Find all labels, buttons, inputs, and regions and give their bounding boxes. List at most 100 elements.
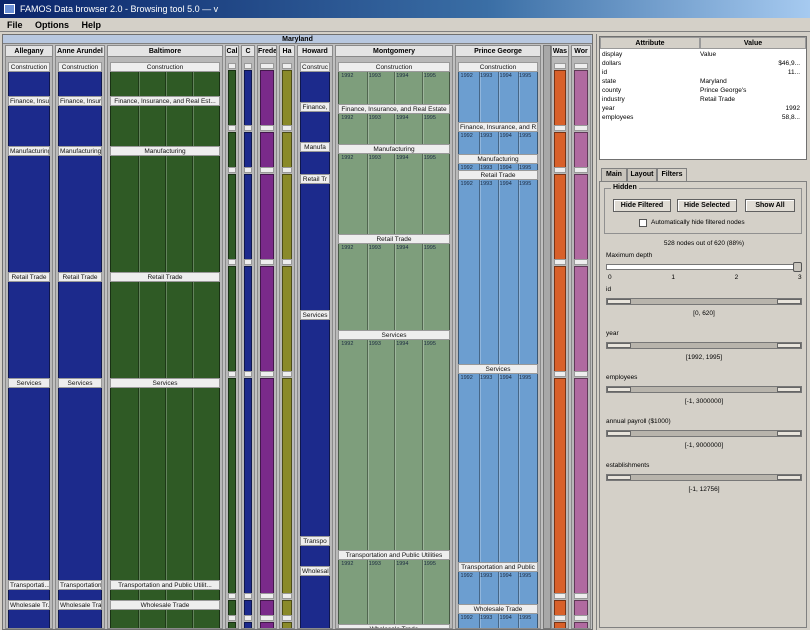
year-cell-label[interactable]: 1995 [424, 155, 436, 161]
attribute-row[interactable]: county Prince George's [600, 87, 806, 95]
industry-block[interactable] [554, 266, 566, 374]
industry-label[interactable]: Construction [338, 62, 450, 72]
industry-block[interactable] [228, 132, 236, 170]
industry-block[interactable] [260, 622, 274, 628]
year-cell-label[interactable]: 1995 [519, 615, 531, 621]
county-label[interactable]: Howard [298, 46, 332, 57]
range-slider[interactable] [606, 430, 802, 437]
industry-label[interactable]: Construc [300, 62, 330, 72]
industry-label[interactable]: Construction [110, 62, 220, 72]
county-label[interactable]: Frede [258, 46, 276, 57]
treemap-view[interactable]: Maryland Allegany Construction Finance, In… [2, 34, 593, 630]
year-cell-label[interactable]: 1993 [480, 375, 492, 381]
range-slider-high-handle[interactable] [777, 299, 801, 304]
industry-label[interactable]: Retail Trade [110, 272, 220, 282]
industry-block[interactable] [554, 174, 566, 262]
industry-label[interactable]: Services [8, 378, 50, 388]
range-slider[interactable] [606, 474, 802, 481]
year-cell-label[interactable]: 1995 [424, 245, 436, 251]
range-slider-high-handle[interactable] [777, 387, 801, 392]
year-cell-label[interactable]: 1995 [519, 73, 531, 79]
industry-label[interactable]: Wholesale Trade [110, 600, 220, 610]
industry-label[interactable]: Wholesale Tr... [8, 600, 50, 610]
year-cell-label[interactable]: 1994 [500, 181, 512, 187]
industry-label[interactable]: Finance, Insurance, and Real Est... [110, 96, 220, 106]
year-cell-label[interactable]: 1994 [396, 341, 408, 347]
year-cell-label[interactable]: 1994 [396, 155, 408, 161]
industry-label[interactable]: Transportation [58, 580, 102, 590]
auto-hide-checkbox[interactable] [639, 219, 647, 227]
county-column[interactable]: Howard Construc Finance, Manufa Retail Tr Ser… [297, 45, 333, 629]
industry-label[interactable]: Retail Trade [458, 170, 538, 180]
county-label[interactable]: Was [552, 46, 568, 57]
industry-block[interactable] [282, 174, 292, 262]
year-cell-label[interactable]: 1995 [424, 561, 436, 567]
industry-block[interactable]: 1992 1993 1994 1995 [458, 70, 538, 127]
industry-label[interactable]: Wholesale Trade [458, 604, 538, 614]
range-slider-low-handle[interactable] [607, 387, 631, 392]
industry-label[interactable]: Construction [8, 62, 50, 72]
year-cell-label[interactable]: 1993 [369, 115, 381, 121]
year-cell-label[interactable]: 1992 [341, 73, 353, 79]
industry-block[interactable] [300, 318, 330, 541]
industry-block[interactable] [574, 174, 588, 262]
county-column[interactable]: Montgomery 1992 1993 1994 1995 Construction 19… [335, 45, 453, 629]
industry-block[interactable] [260, 70, 274, 128]
industry-block[interactable] [244, 174, 252, 262]
county-label[interactable]: Anne Arundel [56, 46, 104, 57]
root-node-label[interactable]: Maryland [3, 35, 592, 44]
county-column[interactable]: Wor [571, 45, 591, 629]
attribute-row[interactable]: id 11... [600, 69, 806, 77]
range-slider-low-handle[interactable] [607, 475, 631, 480]
industry-label[interactable]: Services [110, 378, 220, 388]
industry-block[interactable]: 1992 1993 1994 1995 [338, 338, 450, 555]
year-cell-label[interactable]: 1992 [341, 155, 353, 161]
industry-block[interactable] [58, 104, 102, 151]
range-slider[interactable] [606, 298, 802, 305]
industry-block[interactable] [110, 104, 220, 151]
industry-label[interactable]: Retail Trade [8, 272, 50, 282]
industry-block[interactable] [58, 608, 102, 628]
year-cell-label[interactable]: 1994 [500, 133, 512, 139]
industry-block[interactable] [282, 622, 292, 628]
year-cell-label[interactable]: 1992 [461, 615, 473, 621]
county-column[interactable]: Cal [225, 45, 239, 629]
year-cell-label[interactable]: 1995 [519, 573, 531, 579]
industry-block[interactable] [110, 280, 220, 383]
industry-label[interactable]: Wholesal [300, 566, 330, 576]
industry-label[interactable]: Finance, Insurance, and R... [458, 122, 538, 132]
industry-block[interactable] [8, 154, 50, 277]
industry-block[interactable] [228, 622, 236, 628]
county-label[interactable]: C [242, 46, 254, 57]
menu-help[interactable]: Help [82, 20, 102, 30]
year-cell-label[interactable]: 1995 [424, 73, 436, 79]
hide-filtered-button[interactable]: Hide Filtered [613, 199, 671, 212]
industry-block[interactable] [260, 378, 274, 596]
industry-block[interactable] [8, 386, 50, 585]
year-cell-label[interactable]: 1992 [341, 341, 353, 347]
menu-options[interactable]: Options [35, 20, 69, 30]
industry-block[interactable] [244, 70, 252, 128]
industry-label[interactable]: Transportation and Public [458, 562, 538, 572]
year-cell-label[interactable]: 1992 [461, 73, 473, 79]
industry-label[interactable]: Manufa [300, 142, 330, 152]
industry-label[interactable]: Finance, Insura... [58, 96, 102, 106]
industry-block[interactable]: 1992 1993 1994 1995 [458, 178, 538, 369]
industry-block[interactable] [110, 154, 220, 277]
industry-block[interactable] [260, 132, 274, 170]
year-cell-label[interactable]: 1993 [369, 155, 381, 161]
industry-block[interactable]: 1992 1993 1994 1995 [458, 372, 538, 567]
year-cell-label[interactable]: 1993 [480, 573, 492, 579]
county-column[interactable]: C [241, 45, 255, 629]
attribute-row[interactable]: state Maryland [600, 78, 806, 86]
attribute-row[interactable]: display Value [600, 51, 806, 59]
industry-block[interactable] [554, 132, 566, 170]
industry-label[interactable]: Retail Tr [300, 174, 330, 184]
year-cell-label[interactable]: 1994 [396, 115, 408, 121]
industry-block[interactable] [554, 70, 566, 128]
industry-label[interactable]: Manufacturing [338, 144, 450, 154]
show-all-button[interactable]: Show All [745, 199, 795, 212]
industry-block[interactable] [300, 574, 330, 628]
year-cell-label[interactable]: 1992 [341, 245, 353, 251]
county-column[interactable]: Anne Arundel Construction Finance, Insura.… [55, 45, 105, 629]
